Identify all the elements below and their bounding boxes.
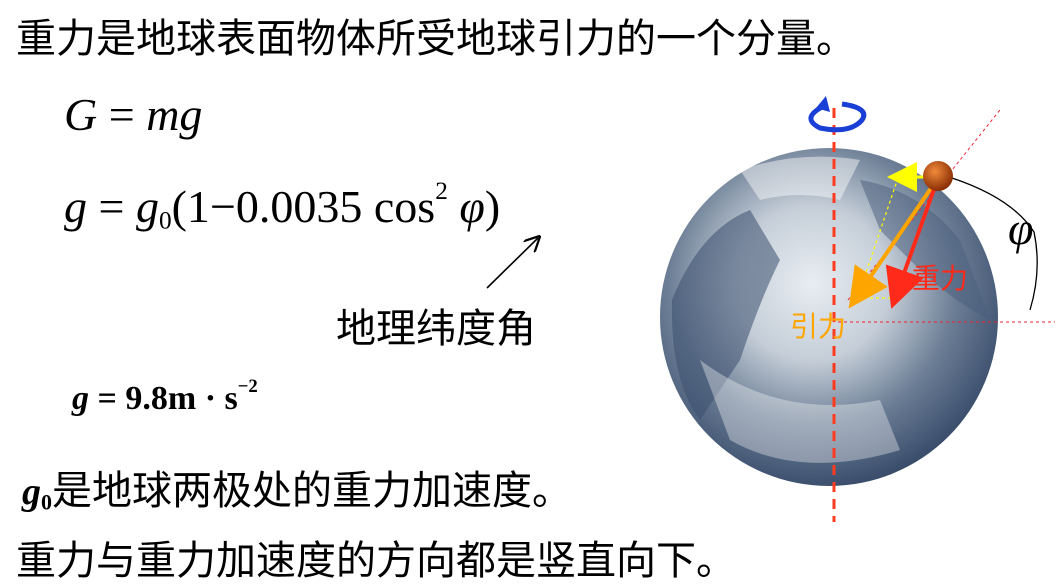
angle-phi-label: φ [1008, 203, 1033, 254]
attraction-label: 引力 [790, 310, 846, 343]
rotation-arrow-icon [808, 96, 867, 133]
latitude-pointer-arrow [486, 238, 538, 289]
mass-ball [923, 161, 953, 191]
earth-diagram: 重力 引力 φ [486, 96, 1055, 522]
gravity-label: 重力 [912, 262, 968, 295]
